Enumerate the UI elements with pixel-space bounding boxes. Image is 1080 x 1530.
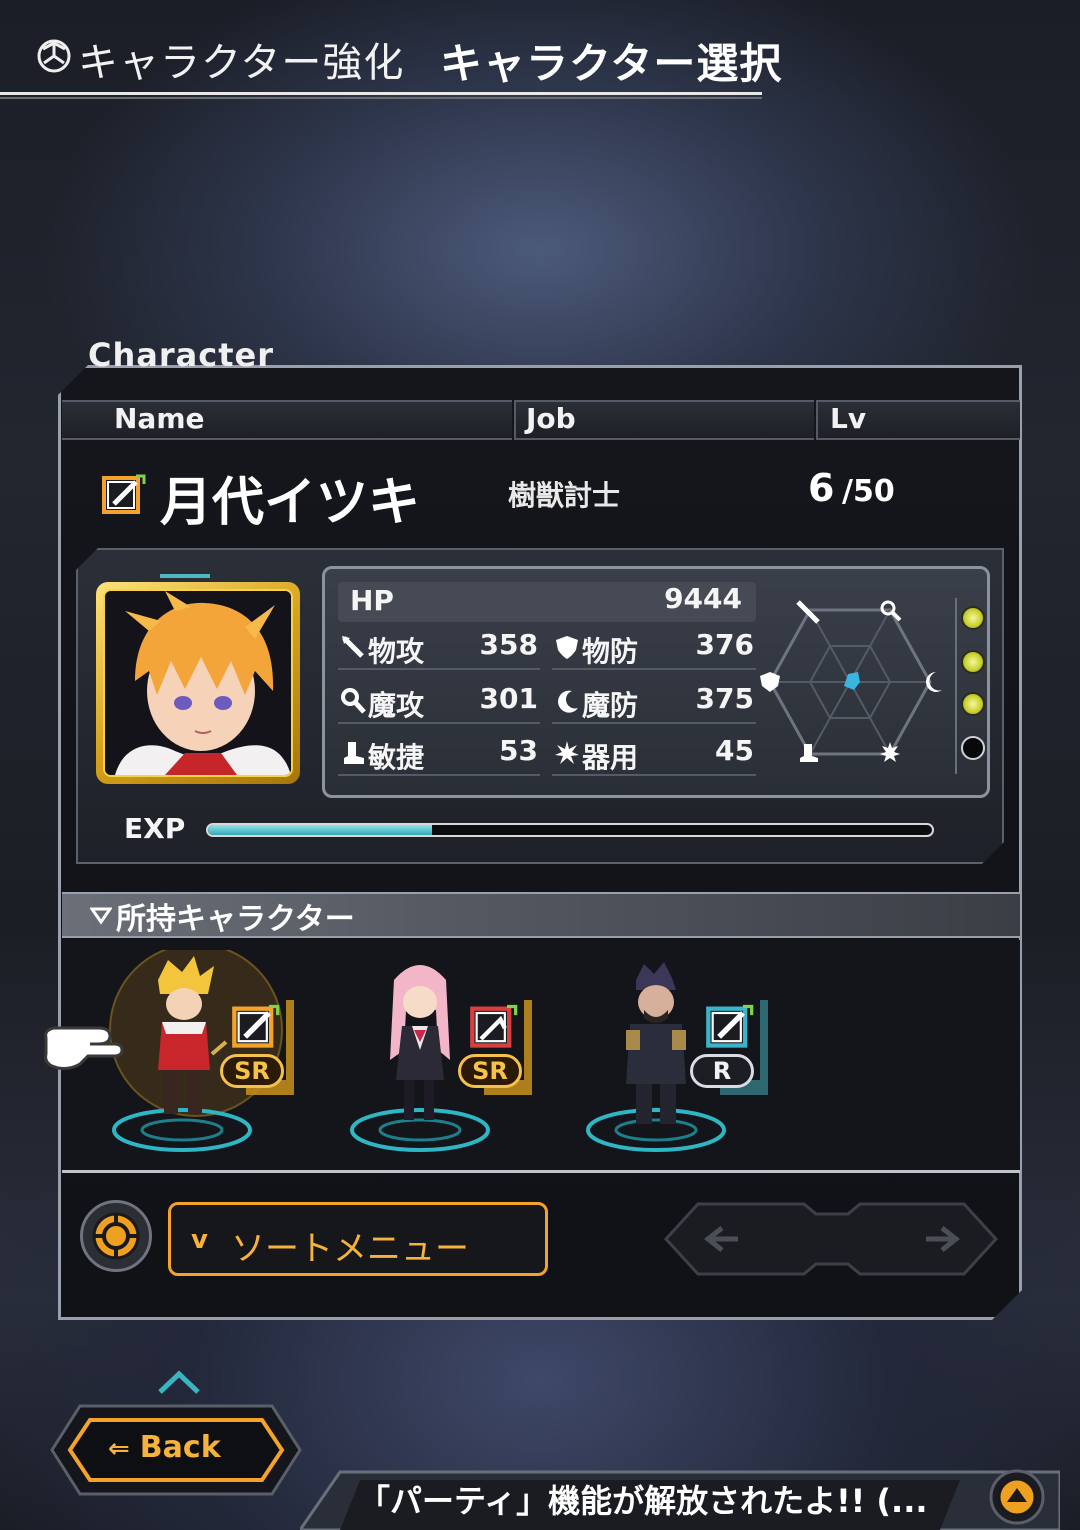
column-lv-label: Lv <box>830 402 867 435</box>
shield-gear-icon <box>37 39 71 73</box>
stat-mdef-label: 魔防 <box>582 689 639 722</box>
column-header-lv: Lv <box>816 400 1020 440</box>
stat-patk-label: 物攻 <box>368 635 425 668</box>
job-sword-icon <box>232 1004 280 1048</box>
stat-patk: 物攻 358 <box>338 624 540 670</box>
skill-orb <box>961 692 985 716</box>
exp-label: EXP <box>124 812 186 845</box>
stat-pdef-label: 物防 <box>582 635 639 668</box>
stat-matk-value: 301 <box>479 682 538 715</box>
character-card[interactable]: R <box>570 950 780 1160</box>
job-shield-icon <box>706 1004 754 1048</box>
stat-agi-label: 敏捷 <box>368 741 425 774</box>
owned-divider <box>62 1170 1020 1173</box>
staff-icon <box>341 688 366 714</box>
owned-characters-title: 所持キャラクター <box>116 902 355 937</box>
moon-icon <box>558 690 578 713</box>
burst-icon <box>555 741 579 764</box>
exp-bar <box>206 823 934 837</box>
ticker-text: 「パーティ」機能が解放されたよ!! (... <box>358 1482 928 1520</box>
character-level-max: /50 <box>842 474 895 509</box>
portrait-accent <box>160 574 210 578</box>
job-sword-icon <box>102 474 146 514</box>
stat-hp-label: HP <box>350 584 394 617</box>
hex-moon-icon <box>926 672 942 692</box>
shield-icon <box>556 636 578 659</box>
character-job: 樹獣討士 <box>508 479 621 512</box>
stat-dex-label: 器用 <box>582 741 639 774</box>
filter-button[interactable] <box>80 1200 152 1272</box>
chevron-down-icon <box>90 907 112 925</box>
sort-menu-button[interactable]: v ソートメニュー <box>168 1202 548 1276</box>
hex-burst-icon <box>880 742 900 762</box>
character-card[interactable]: SR <box>334 950 544 1160</box>
character-card-art <box>586 962 768 1152</box>
panel-label: Character <box>88 336 274 374</box>
header: キャラクター強化 キャラクター選択 <box>0 0 781 100</box>
sword-icon <box>342 636 364 658</box>
chevron-up-icon <box>158 1370 200 1394</box>
back-button-label: ⇐ Back <box>108 1430 221 1465</box>
skill-orb <box>961 606 985 630</box>
portrait-image <box>105 591 291 775</box>
job-lance-icon <box>470 1004 518 1048</box>
character-portrait[interactable] <box>96 582 300 784</box>
hex-shield-icon <box>760 672 780 692</box>
crosshair-icon <box>92 1212 140 1260</box>
skill-orb-empty <box>961 736 985 760</box>
stat-agi: 敏捷 53 <box>338 730 540 776</box>
stat-hexagon <box>760 600 942 762</box>
rarity-badge: SR <box>458 1054 522 1088</box>
stat-hp: HP 9444 <box>338 582 756 622</box>
sort-menu-label: ソートメニュー <box>231 1229 469 1269</box>
stat-hp-value: 9444 <box>664 582 742 615</box>
stat-pdef-value: 376 <box>695 628 754 661</box>
ticker-expand-button[interactable] <box>988 1468 1046 1526</box>
column-job-label: Job <box>526 402 576 435</box>
column-name-label: Name <box>114 402 205 435</box>
column-header-job: Job <box>514 400 814 440</box>
stat-mdef-value: 375 <box>695 682 754 715</box>
stat-matk-label: 魔攻 <box>368 689 425 722</box>
breadcrumb: キャラクター強化 <box>78 40 405 86</box>
pointing-hand-icon <box>44 1026 124 1070</box>
stat-dex-value: 45 <box>715 734 754 767</box>
header-divider <box>0 92 762 95</box>
character-card[interactable]: SR <box>96 943 306 1160</box>
rarity-badge: R <box>690 1054 754 1088</box>
header-divider-shadow <box>0 97 762 99</box>
stat-mdef: 魔防 375 <box>552 678 756 724</box>
stat-matk: 魔攻 301 <box>338 678 540 724</box>
stat-pdef: 物防 376 <box>552 624 756 670</box>
pager <box>664 1202 998 1276</box>
skill-orb <box>961 650 985 674</box>
sort-menu-chevron: v <box>191 1225 208 1255</box>
stat-agi-value: 53 <box>499 734 538 767</box>
rarity-badge: SR <box>220 1054 284 1088</box>
character-name: 月代イツキ <box>160 473 421 533</box>
stat-patk-value: 358 <box>479 628 538 661</box>
stat-dex: 器用 45 <box>552 730 756 776</box>
skill-orbs <box>955 598 989 774</box>
page-title: キャラクター選択 <box>440 39 783 88</box>
exp-bar-fill <box>208 825 433 835</box>
hex-sword-icon <box>796 600 820 624</box>
back-arrow-icon: ⇐ <box>108 1434 130 1464</box>
boot-icon <box>344 742 364 764</box>
character-level: 6 <box>808 466 835 510</box>
column-header-name: Name <box>62 400 512 440</box>
